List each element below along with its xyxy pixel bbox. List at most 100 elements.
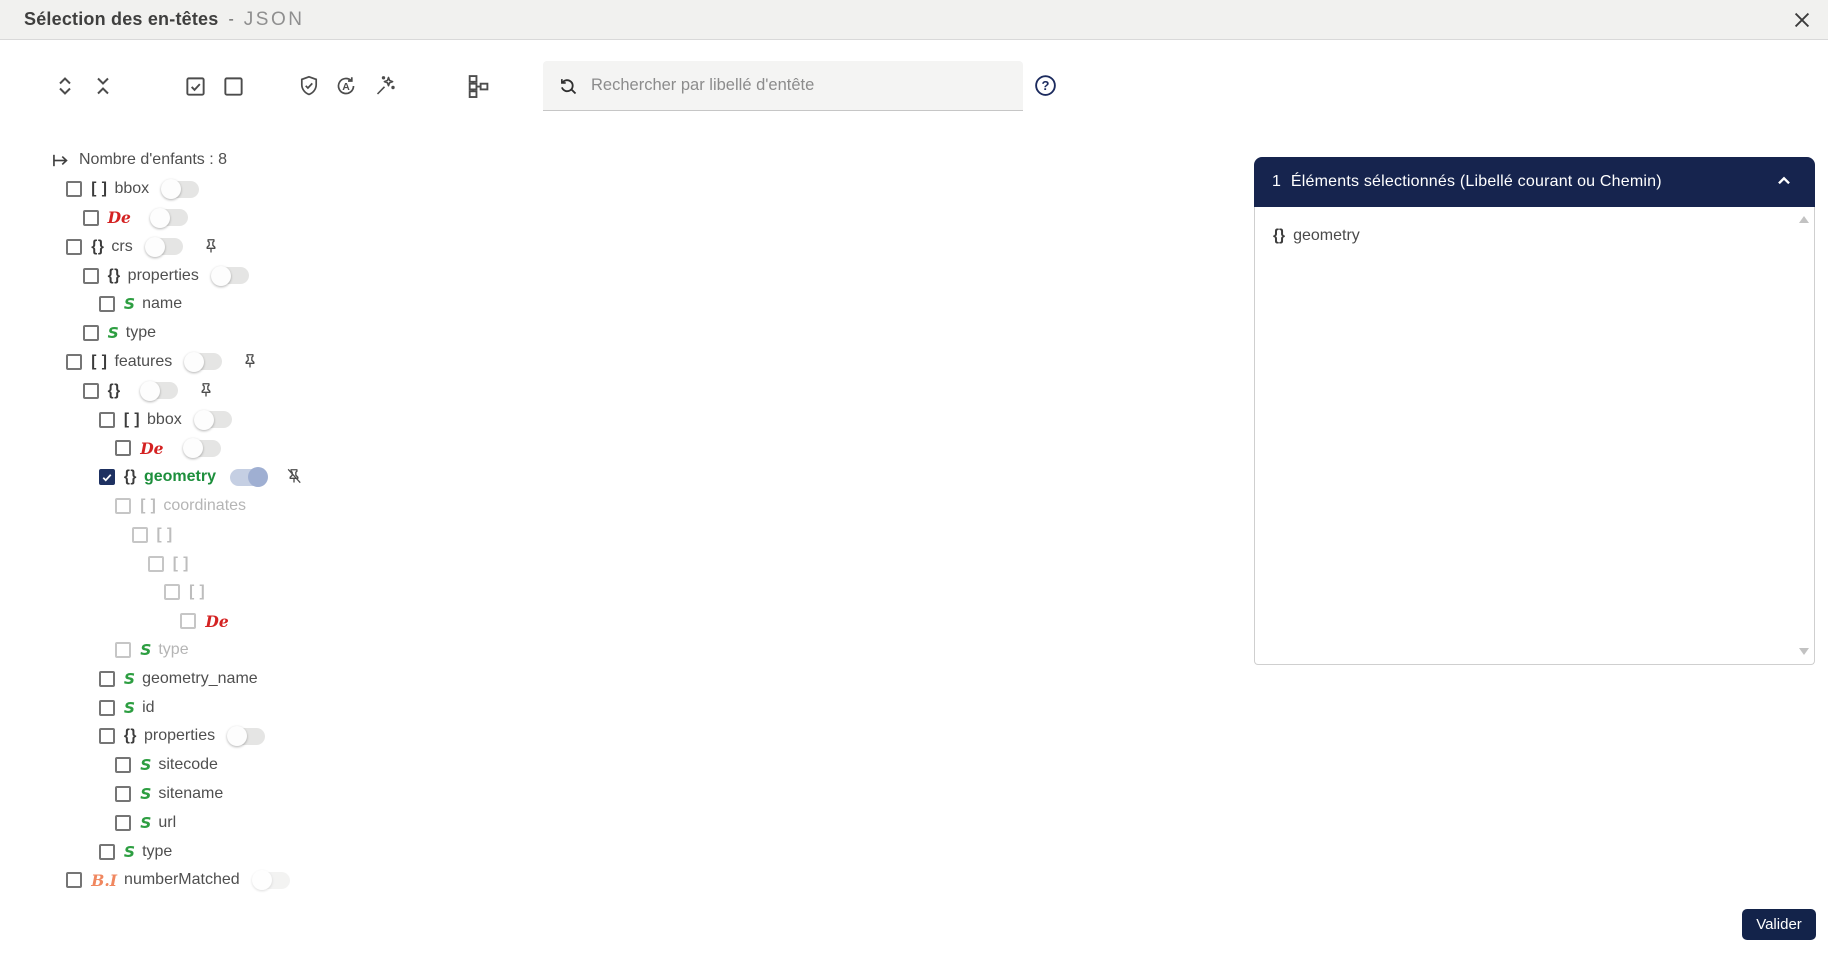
tree-root-row: Nombre d'enfants : 8	[0, 146, 1060, 175]
row-checkbox[interactable]	[99, 700, 115, 716]
selected-elements-panel: 1 Éléments sélectionnés (Libellé courant…	[1254, 157, 1815, 665]
row-checkbox[interactable]	[66, 239, 82, 255]
row-checkbox[interactable]	[83, 383, 99, 399]
row-toggle[interactable]	[254, 872, 290, 889]
row-toggle[interactable]	[185, 440, 221, 457]
row-checkbox[interactable]	[99, 296, 115, 312]
tree-row-label: properties	[144, 727, 215, 745]
shield-check-icon[interactable]	[296, 73, 322, 99]
row-toggle[interactable]	[152, 209, 188, 226]
tree-row-label: coordinates	[163, 497, 246, 515]
row-toggle[interactable]	[196, 411, 232, 428]
row-checkbox[interactable]	[99, 412, 115, 428]
dialog-titlebar: Sélection des en-têtes - JSON	[0, 0, 1828, 40]
tree-row-label: numberMatched	[124, 871, 240, 889]
scroll-down-arrow[interactable]	[1799, 648, 1809, 655]
pin-off-icon[interactable]	[283, 466, 305, 488]
row-checkbox[interactable]	[115, 498, 131, 514]
selected-item[interactable]: {} geometry	[1273, 221, 1796, 251]
search-refresh-icon	[557, 75, 579, 97]
row-toggle[interactable]	[186, 353, 222, 370]
selected-elements-header[interactable]: 1 Éléments sélectionnés (Libellé courant…	[1254, 157, 1815, 207]
row-checkbox[interactable]	[115, 440, 131, 456]
close-icon[interactable]	[1790, 9, 1814, 33]
row-toggle[interactable]	[229, 728, 265, 745]
tree-row-label: properties	[128, 267, 199, 285]
row-checkbox[interactable]	[66, 181, 82, 197]
row-toggle[interactable]	[147, 238, 183, 255]
row-checkbox[interactable]	[99, 671, 115, 687]
row-checkbox[interactable]	[66, 354, 82, 370]
tree-row-label: geometry_name	[142, 670, 258, 688]
row-checkbox[interactable]	[115, 642, 131, 658]
object-type-icon: {}	[91, 238, 104, 256]
tree-row: {}	[0, 376, 1060, 405]
format-label: JSON	[244, 9, 305, 31]
object-type-icon: {}	[1273, 227, 1285, 245]
tree-row: Ssitename	[0, 780, 1060, 809]
array-type-icon: [ ]	[91, 180, 107, 198]
tree-row-label: name	[142, 295, 182, 313]
row-checkbox[interactable]	[132, 527, 148, 543]
auto-rename-icon[interactable]: A	[333, 73, 359, 99]
tree-row-label: features	[114, 353, 172, 371]
header-selection-dialog: Sélection des en-têtes - JSON A	[0, 0, 1828, 954]
tree-row: Stype	[0, 636, 1060, 665]
row-toggle[interactable]	[163, 181, 199, 198]
array-type-icon: [ ]	[140, 497, 156, 515]
title-separator: -	[228, 11, 233, 29]
row-checkbox[interactable]	[115, 815, 131, 831]
toggle-knob	[252, 870, 272, 890]
tree-row: {}properties	[0, 261, 1060, 290]
row-checkbox[interactable]	[180, 613, 196, 629]
decimal-type-icon: De	[108, 208, 131, 227]
tree-row: [ ]bbox	[0, 405, 1060, 434]
deselect-all-icon[interactable]	[220, 73, 246, 99]
magic-wand-icon[interactable]	[372, 73, 398, 99]
row-checkbox[interactable]	[115, 757, 131, 773]
row-checkbox[interactable]	[83, 268, 99, 284]
tree-row-label: crs	[111, 238, 132, 256]
tree-row-label: id	[142, 699, 154, 717]
validate-button[interactable]: Valider	[1742, 909, 1816, 940]
tree-structure-icon[interactable]	[464, 73, 490, 99]
row-checkbox[interactable]	[66, 872, 82, 888]
tree-row-label: type	[126, 324, 156, 342]
row-checkbox[interactable]	[115, 786, 131, 802]
search-input[interactable]	[591, 76, 1009, 95]
expand-all-icon[interactable]	[52, 73, 78, 99]
pin-icon[interactable]	[239, 351, 261, 373]
row-toggle[interactable]	[230, 469, 266, 486]
collapse-all-icon[interactable]	[90, 73, 116, 99]
row-checkbox[interactable]	[99, 844, 115, 860]
row-checkbox[interactable]	[83, 210, 99, 226]
decimal-type-icon: De	[140, 439, 163, 458]
row-checkbox[interactable]	[99, 469, 115, 485]
tree-row: {}geometry	[0, 463, 1060, 492]
toggle-knob	[194, 410, 214, 430]
pin-icon[interactable]	[195, 380, 217, 402]
tree-row: Sid	[0, 693, 1060, 722]
selected-item-label: geometry	[1293, 227, 1360, 245]
tree-row: Sname	[0, 290, 1060, 319]
scroll-up-arrow[interactable]	[1799, 216, 1809, 223]
row-toggle[interactable]	[142, 382, 178, 399]
toggle-knob	[161, 179, 181, 199]
pin-icon[interactable]	[200, 236, 222, 258]
row-checkbox[interactable]	[164, 584, 180, 600]
bigint-type-icon: B.I	[91, 871, 117, 890]
row-checkbox[interactable]	[148, 556, 164, 572]
string-type-icon: S	[108, 324, 119, 342]
help-icon[interactable]: ?	[1032, 73, 1058, 99]
toggle-knob	[150, 208, 170, 228]
row-checkbox[interactable]	[99, 728, 115, 744]
row-checkbox[interactable]	[83, 325, 99, 341]
chevron-up-icon[interactable]	[1771, 169, 1797, 195]
select-all-icon[interactable]	[182, 73, 208, 99]
toolbar: A ?	[0, 58, 1828, 114]
row-toggle[interactable]	[213, 267, 249, 284]
selected-count: 1	[1272, 173, 1281, 191]
string-type-icon: S	[140, 814, 151, 832]
tree-row: [ ] coordinates	[0, 492, 1060, 521]
object-type-icon: {}	[124, 727, 137, 745]
